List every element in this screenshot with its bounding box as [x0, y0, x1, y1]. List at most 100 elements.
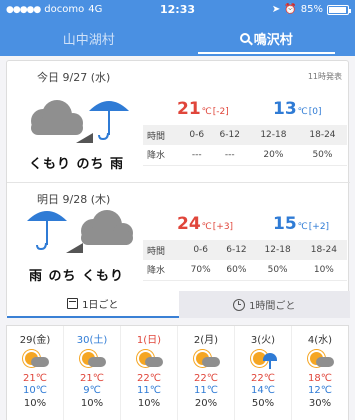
- high-value: 21: [177, 99, 201, 119]
- weekly-high: 21℃: [23, 373, 47, 384]
- cell: 70%: [183, 260, 219, 281]
- tab-label: 1日ごと: [82, 300, 119, 311]
- weekly-date: 30(土): [76, 335, 108, 346]
- weekly-pop: 10%: [80, 398, 104, 409]
- low-temp: 13℃[0]: [273, 99, 322, 119]
- forecast-tomorrow: 明日 9/28 (木) 雨 のち くもり 24℃[+3] 15℃[+2] 時間 …: [7, 182, 350, 292]
- temperature-row: 21℃[-2] 13℃[0]: [171, 99, 347, 119]
- cell: ---: [183, 145, 211, 166]
- weekly-low: 11℃: [194, 385, 218, 396]
- weekly-pop: 20%: [194, 398, 218, 409]
- weekly-day[interactable]: 2(月) 22℃ 11℃ 20%: [178, 326, 235, 420]
- cell: 50%: [297, 145, 347, 166]
- tab-daily[interactable]: 1日ごと: [7, 291, 179, 318]
- forecast-today: 今日 9/27 (水) 11時発表 くもり のち 雨 21℃[-2] 13℃[0…: [7, 61, 350, 181]
- weekly-pop: 10%: [23, 398, 47, 409]
- cell: 降水: [143, 145, 183, 166]
- tab-hourly[interactable]: 1時間ごと: [178, 291, 350, 318]
- unit: ℃: [201, 222, 212, 232]
- rain-then-cloud-icon: [21, 203, 141, 263]
- weekly-day[interactable]: 3(火) 22℃ 14℃ 50%: [235, 326, 292, 420]
- cell: 60%: [218, 260, 255, 281]
- low-diff: [0]: [308, 107, 322, 117]
- sun-cloud-icon: [300, 349, 340, 371]
- weekly-low: 12℃: [308, 385, 332, 396]
- low-temp: 15℃[+2]: [273, 214, 329, 234]
- weekly-day[interactable]: 30(土) 21℃ 9℃ 10%: [64, 326, 121, 420]
- location-tabs: 山中湖村 鳴沢村: [0, 20, 355, 56]
- tab-label: 1時間ごと: [249, 301, 296, 312]
- cloud-then-rain-icon: [21, 93, 141, 153]
- cell: 時間: [143, 240, 183, 260]
- weekly-high: 22℃: [137, 373, 161, 384]
- date-label: 今日 9/27 (水): [37, 71, 111, 84]
- weekly-high: 21℃: [80, 373, 104, 384]
- rain-table: 時間 0-6 6-12 12-18 18-24 降水 --- --- 20% 5…: [143, 125, 347, 166]
- sun-rain-icon: [243, 349, 283, 371]
- weekly-forecast: 29(金) 21℃ 10℃ 10% 30(土) 21℃ 9℃ 10% 1(日) …: [6, 325, 349, 420]
- rain-table: 時間 0-6 6-12 12-18 18-24 降水 70% 60% 50% 1…: [143, 240, 347, 281]
- weekly-pop: 50%: [251, 398, 275, 409]
- weekly-pop: 10%: [137, 398, 161, 409]
- alarm-icon: ⏰: [284, 4, 297, 15]
- weekly-date: 3(火): [250, 335, 276, 346]
- unit: ℃: [201, 107, 212, 117]
- clock-icon: [233, 298, 246, 311]
- high-temp: 24℃[+3]: [177, 214, 233, 234]
- tab-yamanakako[interactable]: 山中湖村: [0, 20, 178, 56]
- tab-label: 山中湖村: [62, 32, 115, 48]
- cell: ---: [210, 145, 249, 166]
- period-row: 時間 0-6 6-12 12-18 18-24: [143, 240, 347, 260]
- weekly-day[interactable]: 4(水) 18℃ 12℃ 30%: [292, 326, 348, 420]
- period-row: 時間 0-6 6-12 12-18 18-24: [143, 125, 347, 145]
- weekly-date: 1(日): [136, 335, 162, 346]
- status-right: ➤ ⏰ 85%: [271, 4, 351, 15]
- temperature-row: 24℃[+3] 15℃[+2]: [171, 214, 347, 234]
- cell: 12-18: [248, 125, 298, 145]
- cell: 18-24: [300, 240, 347, 260]
- battery-icon: [327, 4, 351, 15]
- cell: 降水: [143, 260, 183, 281]
- sun-cloud-icon: [15, 349, 55, 371]
- cell: 6-12: [218, 240, 255, 260]
- weekly-low: 9℃: [83, 385, 101, 396]
- published-time: 11時発表: [307, 72, 342, 81]
- battery-percent: 85%: [300, 4, 323, 15]
- cell: 20%: [248, 145, 298, 166]
- cell: 0-6: [183, 125, 211, 145]
- low-diff: [+2]: [308, 222, 330, 232]
- sun-cloud-icon: [186, 349, 226, 371]
- high-value: 24: [177, 214, 201, 234]
- tab-narusawa[interactable]: 鳴沢村: [178, 20, 355, 56]
- location-arrow-icon: ➤: [271, 4, 281, 15]
- cell: 10%: [300, 260, 347, 281]
- low-value: 13: [273, 99, 297, 119]
- weekly-low: 10℃: [23, 385, 47, 396]
- view-tabs: 1日ごと 1時間ごと: [7, 291, 350, 318]
- sun-cloud-icon: [129, 349, 169, 371]
- weekly-low: 11℃: [137, 385, 161, 396]
- weather-text: 雨 のち くもり: [29, 269, 125, 284]
- weekly-date: 29(金): [19, 335, 51, 346]
- weekly-day[interactable]: 1(日) 22℃ 11℃ 10%: [121, 326, 178, 420]
- weekly-date: 4(水): [307, 335, 333, 346]
- high-diff: [+3]: [212, 222, 234, 232]
- weekly-high: 18℃: [308, 373, 332, 384]
- cell: 時間: [143, 125, 183, 145]
- sun-cloud-icon: [72, 349, 112, 371]
- weekly-date: 2(月): [193, 335, 219, 346]
- rain-row: 降水 --- --- 20% 50%: [143, 145, 347, 166]
- low-value: 15: [273, 214, 297, 234]
- high-diff: [-2]: [212, 107, 229, 117]
- unit: ℃: [297, 222, 308, 232]
- search-icon: [239, 33, 250, 43]
- high-temp: 21℃[-2]: [177, 99, 229, 119]
- tab-label: 鳴沢村: [253, 32, 293, 48]
- forecast-card: 今日 9/27 (水) 11時発表 くもり のち 雨 21℃[-2] 13℃[0…: [6, 60, 350, 318]
- weather-text: くもり のち 雨: [29, 157, 125, 172]
- weekly-pop: 30%: [308, 398, 332, 409]
- unit: ℃: [297, 107, 308, 117]
- weekly-day[interactable]: 29(金) 21℃ 10℃ 10%: [7, 326, 64, 420]
- cell: 18-24: [297, 125, 347, 145]
- cell: 6-12: [210, 125, 249, 145]
